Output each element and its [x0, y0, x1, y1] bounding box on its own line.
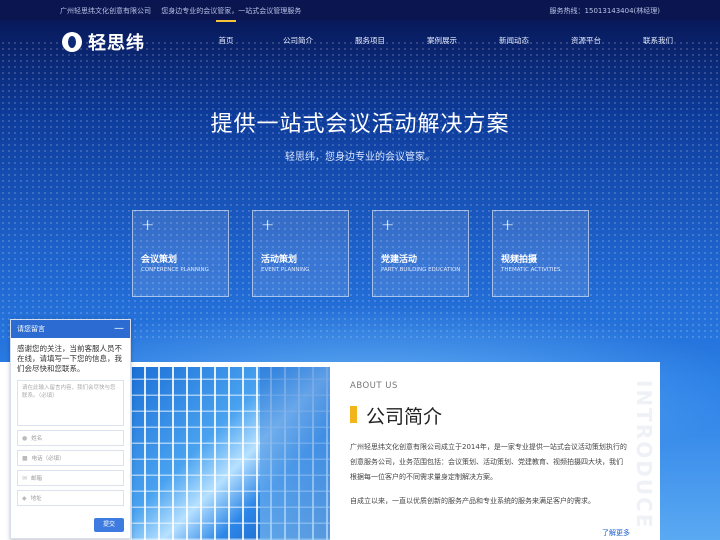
- main-nav: 轻思纬 首页 公司简介 服务项目 案例展示 新闻动态 资源平台 联系我们: [0, 20, 720, 62]
- nav-item-about[interactable]: 公司简介: [262, 20, 334, 62]
- plus-icon: +: [141, 215, 155, 234]
- logo-mark-icon: [62, 32, 82, 52]
- title-accent-bar: [350, 406, 357, 423]
- company-name: 广州轻思纬文化创意有限公司: [60, 7, 151, 15]
- service-card-video[interactable]: + 视频拍摄 THEMATIC ACTIVITIES: [492, 210, 589, 297]
- user-icon: ●: [22, 434, 28, 442]
- service-card-conference[interactable]: + 会议策划 CONFERENCE PLANNING: [132, 210, 229, 297]
- minimize-icon[interactable]: —: [114, 320, 124, 338]
- name-placeholder: 姓名: [31, 436, 43, 442]
- location-icon: ◆: [22, 494, 27, 502]
- nav-item-news[interactable]: 新闻动态: [478, 20, 550, 62]
- about-en-label: ABOUT US: [350, 381, 398, 391]
- offline-notice: 感谢您的关注，当前客服人员不在线，请填写一下您的信息，我们会尽快和您联系。: [17, 344, 122, 373]
- address-field[interactable]: ◆ 地址: [17, 490, 124, 506]
- top-bar-left: 广州轻思纬文化创意有限公司 您身边专业的会议管家，一站式会议管理服务: [60, 6, 309, 16]
- nav-item-resources[interactable]: 资源平台: [550, 20, 622, 62]
- message-widget-title: 请您留言: [17, 325, 45, 333]
- service-en: CONFERENCE PLANNING: [141, 267, 209, 273]
- email-placeholder: 邮箱: [31, 476, 43, 482]
- logo[interactable]: 轻思纬: [62, 29, 145, 55]
- about-title: 公司简介: [366, 406, 443, 428]
- phone-field[interactable]: ■ 电话（必填）: [17, 450, 124, 466]
- nav-item-home[interactable]: 首页: [190, 20, 262, 62]
- service-en: THEMATIC ACTIVITIES: [501, 267, 561, 273]
- top-slogan: 您身边专业的会议管家，一站式会议管理服务: [161, 7, 302, 15]
- message-textarea[interactable]: 请在此输入留言内容，我们会尽快与您联系。（必填）: [17, 380, 124, 426]
- service-card-party[interactable]: + 党建活动 PARTY BUILDING EDUCATION: [372, 210, 469, 297]
- plus-icon: +: [501, 215, 515, 234]
- top-bar: 广州轻思纬文化创意有限公司 您身边专业的会议管家，一站式会议管理服务 服务热线：…: [0, 0, 720, 20]
- plus-icon: +: [261, 215, 275, 234]
- nav-menu: 首页 公司简介 服务项目 案例展示 新闻动态 资源平台 联系我们: [190, 20, 694, 62]
- about-paragraph-1: 广州轻思纬文化创意有限公司成立于2014年，是一家专业提供一站式会议活动策划执行…: [350, 443, 627, 481]
- service-title: 视频拍摄: [501, 255, 538, 265]
- service-title: 会议策划: [141, 255, 178, 265]
- introduce-watermark: INTRODUCE: [632, 380, 656, 530]
- mail-icon: ✉: [22, 474, 28, 482]
- hero-title: 提供一站式会议活动解决方案: [210, 112, 510, 137]
- building-image: [130, 367, 330, 540]
- name-field[interactable]: ● 姓名: [17, 430, 124, 446]
- about-paragraph-2: 自成立以来，一直以优质创新的服务产品和专业系统的服务来满足客户的需求。: [350, 497, 595, 505]
- phone-placeholder: 电话（必填）: [31, 456, 65, 462]
- service-title: 活动策划: [261, 255, 298, 265]
- hero-subtitle: 轻思纬，您身边专业的会议管家。: [285, 152, 435, 163]
- message-widget: 请您留言 — 感谢您的关注，当前客服人员不在线，请填写一下您的信息，我们会尽快和…: [10, 319, 131, 539]
- service-card-event[interactable]: + 活动策划 EVENT PLANNING: [252, 210, 349, 297]
- nav-item-services[interactable]: 服务项目: [334, 20, 406, 62]
- hotline: 服务热线：15013143404(林经理): [549, 7, 660, 15]
- nav-item-contact[interactable]: 联系我们: [622, 20, 694, 62]
- nav-item-cases[interactable]: 案例展示: [406, 20, 478, 62]
- address-placeholder: 地址: [30, 496, 42, 502]
- service-en: EVENT PLANNING: [261, 267, 310, 273]
- phone-icon: ■: [22, 454, 28, 462]
- submit-button[interactable]: 提交: [94, 518, 124, 532]
- learn-more-link[interactable]: 了解更多: [602, 528, 630, 538]
- service-en: PARTY BUILDING EDUCATION: [381, 267, 461, 273]
- email-field[interactable]: ✉ 邮箱: [17, 470, 124, 486]
- brand-name: 轻思纬: [88, 33, 145, 54]
- message-widget-header[interactable]: 请您留言 —: [11, 320, 130, 338]
- plus-icon: +: [381, 215, 395, 234]
- service-title: 党建活动: [381, 255, 418, 265]
